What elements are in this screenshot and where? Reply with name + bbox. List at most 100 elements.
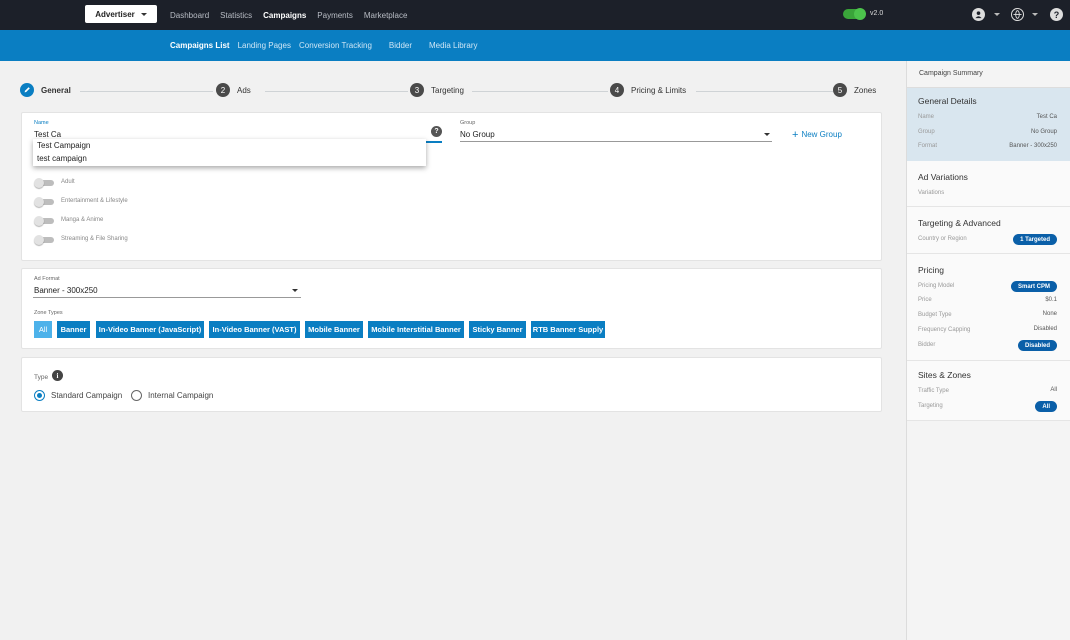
help-icon[interactable]: ? <box>1050 8 1063 21</box>
summary-key: Traffic Type <box>918 388 949 394</box>
zone-type-invideo-vast[interactable]: In-Video Banner (VAST) <box>209 321 300 338</box>
zone-type-all[interactable]: All <box>34 321 52 338</box>
summary-pricing-section: Pricing Pricing Model Smart CPM Price $0… <box>907 254 1070 361</box>
summary-general-section: General Details Name Test Ca Group No Gr… <box>907 88 1070 161</box>
section-heading: Ad Variations <box>918 172 968 182</box>
subnav-media-library[interactable]: Media Library <box>429 41 477 50</box>
zone-type-invideo-js[interactable]: In-Video Banner (JavaScript) <box>96 321 204 338</box>
summary-key: Pricing Model <box>918 283 955 289</box>
type-card <box>21 357 882 412</box>
radio-label: Standard Campaign <box>51 391 123 400</box>
category-toggle-entertainment[interactable] <box>34 197 54 207</box>
user-icon[interactable] <box>972 8 985 21</box>
sub-nav: Campaigns List Landing Pages Conversion … <box>170 30 485 61</box>
subnav-landing-pages[interactable]: Landing Pages <box>238 41 291 50</box>
nav-statistics[interactable]: Statistics <box>220 11 252 20</box>
summary-key: Frequency Capping <box>918 327 971 333</box>
step-general[interactable]: General <box>20 83 71 97</box>
step-number: 3 <box>410 83 424 97</box>
toggle-knob <box>854 8 866 20</box>
zone-type-rtb-banner-supply[interactable]: RTB Banner Supply <box>531 321 605 338</box>
ad-format-select[interactable]: Banner - 300x250 <box>34 286 98 295</box>
summary-title: Campaign Summary <box>919 70 983 77</box>
new-group-button[interactable]: + New Group <box>792 128 842 141</box>
bidder-badge: Disabled <box>1017 340 1057 351</box>
top-navigation-bar <box>0 0 1070 30</box>
summary-key: Group <box>918 129 935 135</box>
sub-navigation-bar <box>0 30 1070 61</box>
subnav-campaigns-list[interactable]: Campaigns List <box>170 41 230 50</box>
wizard-steps: General 2 Ads 3 Targeting 4 Pricing & Li… <box>20 83 882 99</box>
section-heading: Sites & Zones <box>918 370 971 380</box>
targeted-badge: 1 Targeted <box>1013 234 1057 245</box>
category-label: Entertainment & Lifestyle <box>61 198 128 204</box>
version-toggle[interactable] <box>843 8 866 20</box>
summary-key: Format <box>918 143 938 149</box>
category-toggle-streaming[interactable] <box>34 235 54 245</box>
subnav-conversion-tracking[interactable]: Conversion Tracking <box>299 41 372 50</box>
group-label: Group <box>460 120 476 126</box>
summary-value: All <box>1050 387 1057 393</box>
group-select[interactable]: No Group <box>460 130 495 139</box>
radio-standard-campaign[interactable] <box>34 390 45 401</box>
step-label: Ads <box>237 85 251 95</box>
nav-dashboard[interactable]: Dashboard <box>170 11 209 20</box>
step-targeting[interactable]: 3 Targeting <box>410 83 464 97</box>
radio-internal-campaign[interactable] <box>131 390 142 401</box>
chevron-down-icon[interactable] <box>292 289 298 292</box>
section-heading: General Details <box>918 96 977 106</box>
autocomplete-option[interactable]: test campaign <box>33 152 426 165</box>
general-card <box>21 112 882 261</box>
step-label: Pricing & Limits <box>631 85 687 95</box>
step-connector <box>696 91 833 92</box>
zone-type-sticky-banner[interactable]: Sticky Banner <box>469 321 526 338</box>
nav-payments[interactable]: Payments <box>317 11 353 20</box>
plus-icon: + <box>792 128 799 141</box>
summary-key: Country or Region <box>918 236 967 242</box>
step-pricing-limits[interactable]: 4 Pricing & Limits <box>610 83 686 97</box>
chevron-down-icon[interactable] <box>764 133 770 136</box>
pricing-model-badge: Smart CPM <box>1010 281 1057 292</box>
globe-icon[interactable] <box>1011 8 1024 21</box>
summary-value: Disabled <box>1033 326 1057 332</box>
role-dropdown-button[interactable]: Advertiser <box>85 5 157 23</box>
nav-marketplace[interactable]: Marketplace <box>364 11 408 20</box>
step-connector <box>80 91 213 92</box>
subnav-bidder[interactable]: Bidder <box>389 41 412 50</box>
version-label: v2.0 <box>870 10 884 17</box>
summary-key: Budget Type <box>918 312 952 318</box>
ad-format-label: Ad Format <box>34 276 60 282</box>
zone-type-banner[interactable]: Banner <box>57 321 90 338</box>
name-input[interactable]: Test Ca <box>34 130 61 139</box>
step-ads[interactable]: 2 Ads <box>216 83 251 97</box>
autocomplete-option[interactable]: Test Campaign <box>33 139 426 152</box>
user-menu-chevron-icon[interactable] <box>994 13 1000 16</box>
nav-campaigns[interactable]: Campaigns <box>263 11 306 20</box>
category-toggle-adult[interactable] <box>34 178 54 188</box>
help-icon[interactable]: ? <box>431 126 442 137</box>
summary-value: $0.1 <box>1045 297 1057 303</box>
info-icon[interactable]: i <box>52 370 63 381</box>
step-connector <box>472 91 608 92</box>
summary-value: Test Ca <box>1036 114 1057 120</box>
summary-key: Price <box>918 297 932 303</box>
section-heading: Pricing <box>918 265 944 275</box>
step-number: 4 <box>610 83 624 97</box>
summary-value: Banner - 300x250 <box>1009 143 1057 149</box>
summary-key: Targeting <box>918 403 943 409</box>
pencil-icon <box>20 83 34 97</box>
section-heading: Targeting & Advanced <box>918 218 1001 228</box>
radio-label: Internal Campaign <box>148 391 214 400</box>
summary-key: Variations <box>918 190 945 196</box>
category-toggle-manga[interactable] <box>34 216 54 226</box>
zone-type-mobile-banner[interactable]: Mobile Banner <box>305 321 363 338</box>
zone-type-mobile-interstitial[interactable]: Mobile Interstitial Banner <box>368 321 464 338</box>
new-group-label: New Group <box>801 130 842 139</box>
summary-key: Name <box>918 114 935 120</box>
language-chevron-icon[interactable] <box>1032 13 1038 16</box>
category-label: Manga & Anime <box>61 217 104 223</box>
summary-sites-zones-section: Sites & Zones Traffic Type All Targeting… <box>907 361 1070 421</box>
step-zones[interactable]: 5 Zones <box>833 83 876 97</box>
step-connector <box>265 91 408 92</box>
summary-key: Bidder <box>918 342 936 348</box>
